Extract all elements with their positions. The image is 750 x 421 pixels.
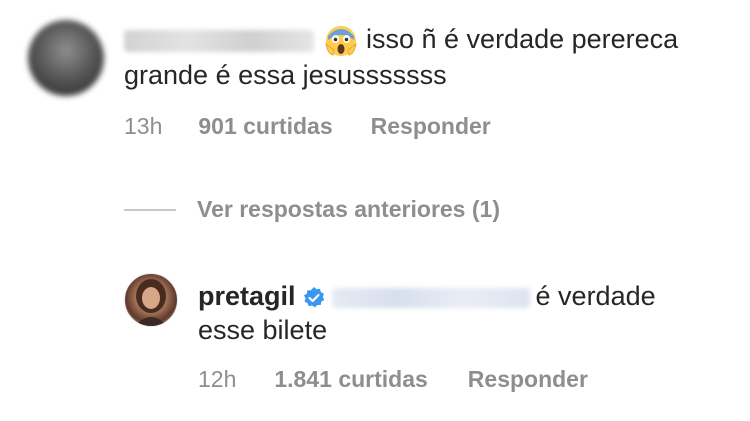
reply-button[interactable]: Responder: [468, 366, 588, 393]
comment-meta: 12h 1.841 curtidas Responder: [198, 366, 588, 393]
blurred-mention[interactable]: [331, 287, 530, 308]
avatar[interactable]: [124, 273, 178, 327]
reply-button[interactable]: Responder: [371, 113, 491, 140]
comment-text-line-1: isso ñ é verdade perereca: [366, 24, 679, 54]
comment-meta: 13h 901 curtidas Responder: [124, 113, 491, 140]
likes-count[interactable]: 1.841 curtidas: [274, 366, 427, 393]
comment-text-line-1: é verdade: [535, 281, 656, 311]
comment-time[interactable]: 12h: [198, 366, 236, 393]
verified-badge-icon: [303, 286, 324, 308]
comment-text-line-2: esse bilete: [198, 315, 328, 345]
comment-text: pretagil é verdade esse bilete: [198, 279, 656, 347]
username[interactable]: pretagil: [198, 281, 296, 311]
blurred-username[interactable]: [124, 29, 314, 52]
screaming-face-emoji-icon: [325, 25, 357, 56]
comment-text-line-2: grande é essa jesusssssss: [124, 59, 447, 90]
view-previous-replies-button[interactable]: Ver respostas anteriores (1): [197, 196, 500, 223]
profile-photo-icon: [135, 279, 167, 326]
avatar[interactable]: [28, 20, 104, 96]
comment-text: isso ñ é verdade perereca grande é essa …: [124, 22, 678, 92]
replies-divider: [124, 209, 176, 211]
comment-time[interactable]: 13h: [124, 113, 162, 140]
likes-count[interactable]: 901 curtidas: [198, 113, 332, 140]
